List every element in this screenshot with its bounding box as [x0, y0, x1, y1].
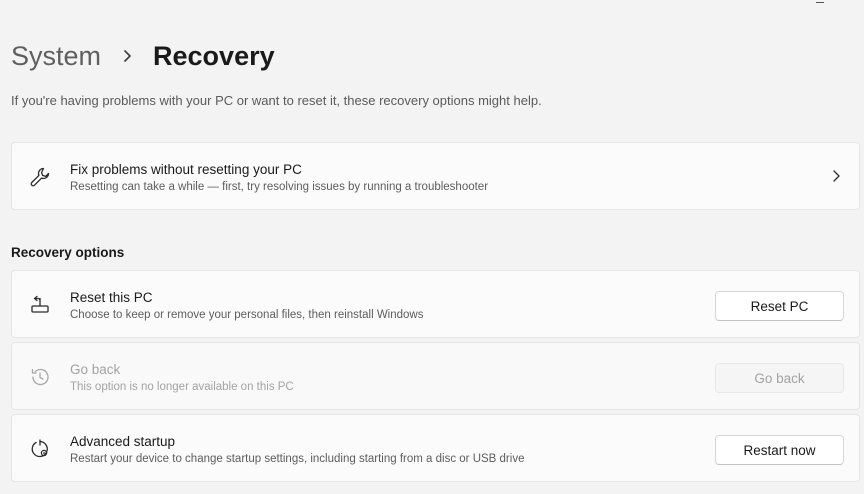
reset-pc-card: Reset this PC Choose to keep or remove y…	[11, 270, 860, 338]
go-back-title: Go back	[70, 362, 121, 377]
restart-now-button[interactable]: Restart now	[715, 435, 844, 465]
history-icon	[29, 366, 51, 388]
recovery-options-heading: Recovery options	[11, 245, 125, 260]
advanced-startup-card: Advanced startup Restart your device to …	[11, 414, 860, 482]
intro-text: If you're having problems with your PC o…	[11, 93, 542, 108]
chevron-right-icon	[113, 41, 143, 71]
minimize-icon[interactable]	[816, 0, 824, 3]
reset-pc-button[interactable]: Reset PC	[715, 291, 844, 321]
reset-pc-icon	[29, 294, 51, 316]
go-back-description: This option is no longer available on th…	[70, 381, 294, 393]
go-back-button: Go back	[715, 363, 844, 393]
breadcrumb-system-link[interactable]: System	[11, 41, 101, 72]
fix-problems-description: Resetting can take a while — first, try …	[70, 181, 489, 193]
recovery-settings-page: System Recovery If you're having problem…	[0, 0, 864, 494]
breadcrumb: System Recovery	[11, 36, 275, 76]
chevron-right-icon	[829, 169, 843, 183]
go-back-card: Go back This option is no longer availab…	[11, 342, 860, 410]
advanced-startup-icon	[29, 438, 51, 460]
reset-pc-description: Choose to keep or remove your personal f…	[70, 309, 424, 321]
advanced-startup-title: Advanced startup	[70, 434, 176, 449]
fix-problems-card[interactable]: Fix problems without resetting your PC R…	[11, 142, 860, 210]
wrench-icon	[29, 166, 51, 188]
advanced-startup-description: Restart your device to change startup se…	[70, 453, 525, 465]
page-title: Recovery	[153, 40, 275, 71]
reset-pc-title: Reset this PC	[70, 290, 153, 305]
fix-problems-title: Fix problems without resetting your PC	[70, 162, 302, 177]
